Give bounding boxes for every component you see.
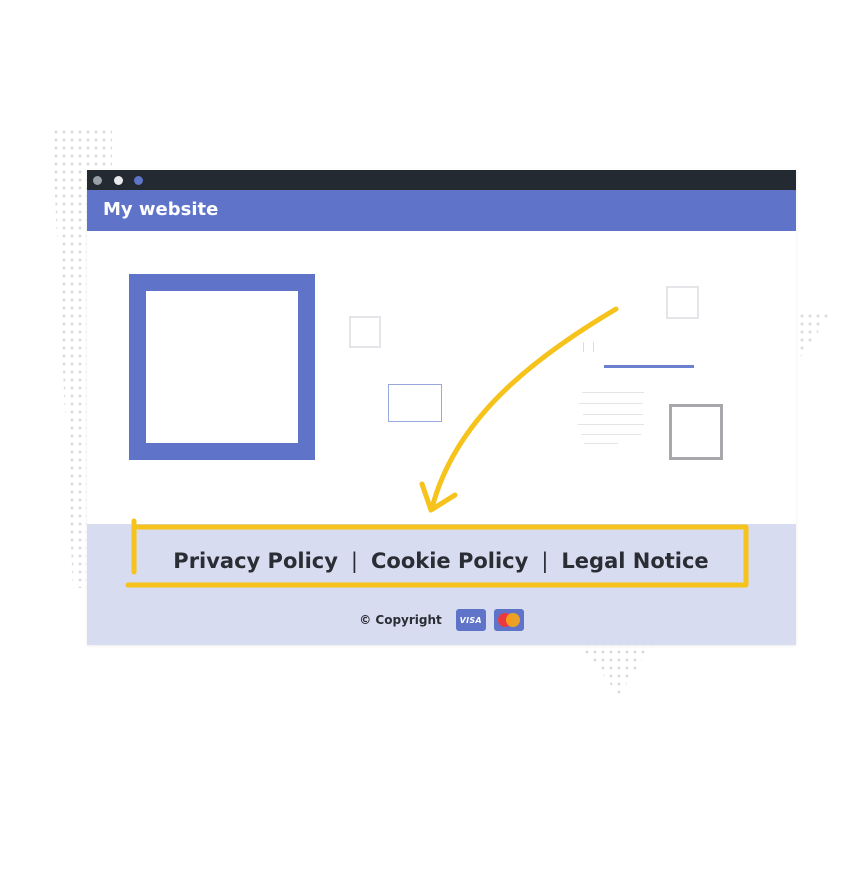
site-header: My website bbox=[87, 190, 796, 231]
placeholder-square-small bbox=[666, 286, 699, 319]
placeholder-text-line bbox=[582, 392, 644, 393]
window-maximize-dot[interactable] bbox=[134, 176, 143, 185]
placeholder-square-gray bbox=[669, 404, 723, 460]
footer-link-legal-notice[interactable]: Legal Notice bbox=[561, 549, 708, 573]
placeholder-square-small bbox=[349, 316, 381, 348]
placeholder-text-line bbox=[584, 443, 618, 444]
mastercard-icon bbox=[493, 609, 524, 631]
window-minimize-dot[interactable] bbox=[114, 176, 123, 185]
placeholder-text-line bbox=[581, 434, 641, 435]
placeholder-button bbox=[388, 384, 442, 422]
visa-label: VISA bbox=[459, 615, 482, 625]
window-close-dot[interactable] bbox=[93, 176, 102, 185]
browser-window: My website Privacy Policy | Cookie Polic… bbox=[87, 170, 796, 645]
footer-link-separator: | bbox=[350, 549, 358, 573]
visa-icon: VISA bbox=[455, 609, 486, 631]
placeholder-mark bbox=[583, 342, 594, 352]
copyright-text: © Copyright bbox=[359, 613, 442, 627]
placeholder-text-line bbox=[579, 403, 643, 404]
mastercard-orange-circle bbox=[505, 613, 520, 627]
mastercard-logo bbox=[497, 613, 520, 627]
footer-links: Privacy Policy | Cookie Policy | Legal N… bbox=[137, 544, 745, 578]
footer-link-privacy-policy[interactable]: Privacy Policy bbox=[173, 549, 338, 573]
dotted-pattern-right bbox=[790, 312, 832, 372]
footer-link-cookie-policy[interactable]: Cookie Policy bbox=[371, 549, 528, 573]
placeholder-link-underline bbox=[604, 365, 694, 368]
footer-link-separator: | bbox=[541, 549, 549, 573]
footer-bottom-row: © Copyright VISA bbox=[87, 608, 796, 632]
dotted-pattern-bottom bbox=[575, 640, 655, 695]
placeholder-text-line bbox=[578, 424, 644, 425]
placeholder-text-line bbox=[583, 414, 643, 415]
site-footer: Privacy Policy | Cookie Policy | Legal N… bbox=[87, 524, 796, 645]
window-titlebar bbox=[87, 170, 796, 190]
hero-image-placeholder bbox=[129, 274, 315, 460]
site-title[interactable]: My website bbox=[103, 198, 218, 222]
